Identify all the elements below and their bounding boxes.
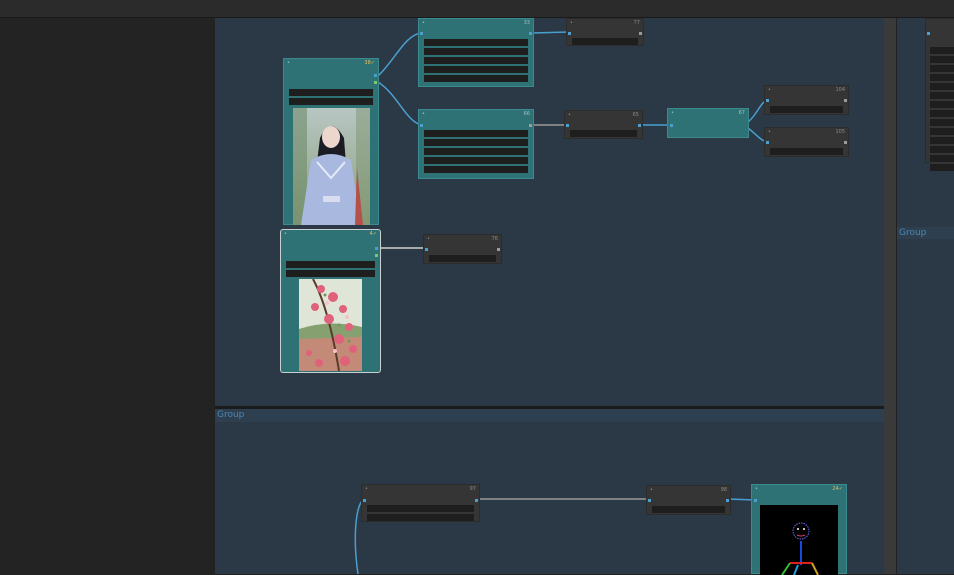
input-port[interactable] — [566, 124, 569, 127]
output-port-mask[interactable] — [375, 254, 378, 257]
node-title[interactable]: • 38✓ — [284, 59, 378, 68]
node-id: 98 — [720, 487, 727, 493]
node-title[interactable]: • 67 — [668, 109, 748, 118]
node-widget-row[interactable] — [367, 514, 474, 521]
output-port-image[interactable] — [374, 74, 377, 77]
collapse-dot-icon[interactable]: • — [570, 19, 573, 28]
node-title[interactable]: • 66 — [419, 110, 533, 119]
node-widget-rows[interactable] — [424, 130, 528, 175]
collapse-dot-icon[interactable]: • — [568, 111, 571, 120]
node-widget-row[interactable] — [289, 98, 373, 105]
output-port-mask[interactable] — [374, 81, 377, 84]
output-port[interactable] — [529, 32, 532, 35]
node-widget-row[interactable] — [770, 106, 843, 113]
node-id: 76 — [491, 236, 498, 242]
input-port[interactable] — [670, 124, 673, 127]
node-widget-row[interactable] — [652, 506, 725, 513]
node-66[interactable]: • 66 — [418, 109, 534, 179]
node-title[interactable]: • 104 — [765, 86, 848, 95]
node-id: 104 — [835, 87, 845, 93]
output-port[interactable] — [726, 499, 729, 502]
collapse-dot-icon[interactable]: • — [768, 86, 771, 95]
output-port[interactable] — [497, 248, 500, 251]
image-preview-person[interactable] — [293, 108, 370, 225]
node-widget-row[interactable] — [286, 261, 375, 268]
node-widget-row[interactable] — [429, 255, 496, 262]
output-port[interactable] — [638, 124, 641, 127]
collapse-dot-icon[interactable]: • — [427, 235, 430, 244]
node-title[interactable]: • 105 — [765, 128, 848, 137]
collapse-dot-icon[interactable]: • — [284, 230, 287, 239]
node-id: 33 — [523, 20, 530, 26]
input-port[interactable] — [766, 99, 769, 102]
node-widget-row[interactable] — [289, 89, 373, 96]
collapse-dot-icon[interactable]: • — [768, 128, 771, 137]
check-badge-icon: ✓ — [838, 486, 843, 492]
node-widget-row[interactable] — [572, 38, 638, 45]
node-load-image-flowers[interactable]: • 4✓ — [280, 229, 381, 373]
output-port[interactable] — [844, 99, 847, 102]
node-67[interactable]: • 67 — [667, 108, 749, 138]
image-preview-pose[interactable] — [760, 505, 838, 575]
node-105[interactable]: • 105 — [764, 127, 849, 157]
node-id: 77 — [633, 20, 640, 26]
node-id: 105 — [835, 129, 845, 135]
node-id: 65 — [632, 112, 639, 118]
input-port[interactable] — [425, 248, 428, 251]
node-widget-row[interactable] — [770, 148, 843, 155]
node-widget-row[interactable] — [286, 270, 375, 277]
collapse-dot-icon[interactable]: • — [755, 485, 758, 494]
node-pose-preview[interactable]: • 24✓ — [751, 484, 847, 575]
check-badge-icon: ✓ — [372, 231, 377, 237]
node-title[interactable]: • 24✓ — [752, 485, 846, 494]
node-widget-row[interactable] — [367, 505, 474, 512]
node-76[interactable]: • 76 — [423, 234, 502, 264]
collapse-dot-icon[interactable]: • — [365, 485, 368, 494]
node-title[interactable]: • 4✓ — [281, 230, 380, 239]
input-port[interactable] — [568, 32, 571, 35]
output-port[interactable] — [529, 124, 532, 127]
output-port-image[interactable] — [375, 247, 378, 250]
node-33[interactable]: • 33 — [418, 18, 534, 87]
node-title[interactable]: • 97 — [362, 485, 479, 494]
node-id: 97 — [469, 486, 476, 492]
image-preview-flowers[interactable] — [299, 279, 362, 371]
collapse-dot-icon[interactable]: • — [650, 486, 653, 495]
node-title[interactable]: • 98 — [647, 486, 730, 495]
input-port[interactable] — [754, 499, 757, 502]
node-widget-rows[interactable] — [424, 39, 528, 83]
input-port[interactable] — [420, 32, 423, 35]
node-id: 66 — [523, 111, 530, 117]
collapse-dot-icon[interactable]: • — [422, 19, 425, 28]
node-97[interactable]: • 97 — [361, 484, 480, 522]
node-98[interactable]: • 98 — [646, 485, 731, 515]
input-port[interactable] — [766, 141, 769, 144]
input-port[interactable] — [420, 124, 423, 127]
node-title[interactable]: • 33 — [419, 19, 533, 28]
node-77[interactable]: • 77 — [566, 18, 644, 46]
output-port[interactable] — [475, 499, 478, 502]
node-65[interactable]: • 65 — [564, 110, 643, 139]
node-title[interactable]: • 77 — [567, 19, 643, 28]
collapse-dot-icon[interactable]: • — [287, 59, 290, 68]
node-title[interactable]: • 76 — [424, 235, 501, 244]
collapse-dot-icon[interactable]: • — [671, 109, 674, 118]
collapse-dot-icon[interactable]: • — [422, 110, 425, 119]
node-title[interactable]: • 65 — [565, 111, 642, 120]
check-badge-icon: ✓ — [370, 60, 375, 66]
node-104[interactable]: • 104 — [764, 85, 849, 115]
input-port[interactable] — [363, 499, 366, 502]
output-port[interactable] — [844, 141, 847, 144]
input-port[interactable] — [648, 499, 651, 502]
output-port[interactable] — [639, 32, 642, 35]
node-load-image-person[interactable]: • 38✓ — [283, 58, 379, 225]
node-id: 67 — [738, 110, 745, 116]
node-widget-row[interactable] — [570, 130, 637, 137]
